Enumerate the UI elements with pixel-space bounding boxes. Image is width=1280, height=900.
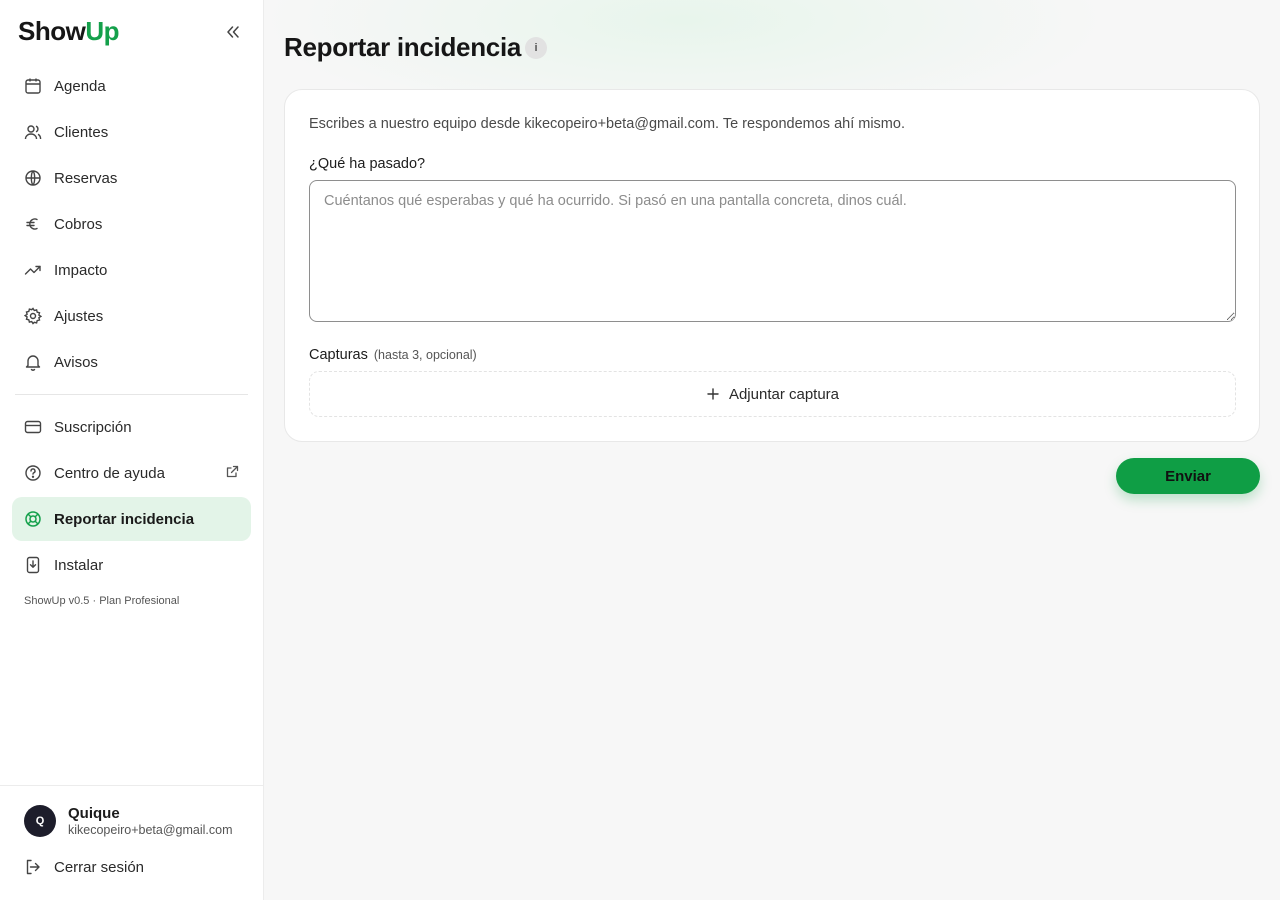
lifebuoy-icon (24, 510, 42, 528)
globe-icon (24, 169, 42, 187)
users-icon (24, 123, 42, 141)
calendar-icon (24, 77, 42, 95)
sidebar: ShowUp Agenda Clientes Reservas Cobros I… (0, 0, 264, 900)
help-circle-icon (24, 464, 42, 482)
avatar[interactable]: Q (24, 805, 56, 837)
chevrons-left-icon (227, 26, 239, 38)
sidebar-item-ajustes[interactable]: Ajustes (12, 294, 251, 338)
description-textarea[interactable] (309, 180, 1236, 322)
main-content: Reportar incidencia i Escribes a nuestro… (264, 0, 1280, 900)
plus-icon (706, 387, 720, 401)
captures-label: Capturas (hasta 3, opcional) (309, 347, 477, 363)
install-icon (24, 556, 42, 574)
user-email: kikecopeiro+beta@gmail.com (68, 823, 233, 837)
external-link-icon (225, 465, 239, 479)
logout-icon (24, 858, 42, 876)
gear-icon (24, 307, 42, 325)
sidebar-item-cobros[interactable]: Cobros (12, 202, 251, 246)
euro-icon (24, 215, 42, 233)
user-area: Q Quique kikecopeiro+beta@gmail.com Cerr… (0, 785, 263, 900)
sidebar-item-instalar[interactable]: Instalar (12, 543, 251, 587)
submit-button[interactable]: Enviar (1116, 458, 1260, 494)
bell-icon (24, 353, 42, 371)
sidebar-item-reservas[interactable]: Reservas (12, 156, 251, 200)
intro-text: Escribes a nuestro equipo desde kikecope… (309, 116, 905, 132)
captures-hint: (hasta 3, opcional) (373, 348, 477, 362)
sidebar-item-impacto[interactable]: Impacto (12, 248, 251, 292)
main-nav: Agenda Clientes Reservas Cobros Impacto … (12, 64, 251, 607)
version-text: ShowUp v0.5 · Plan Profesional (24, 595, 180, 607)
brand-logo[interactable]: ShowUp (18, 16, 120, 47)
sidebar-item-reportar-incidencia[interactable]: Reportar incidencia (12, 497, 251, 541)
attach-capture-button[interactable]: Adjuntar captura (309, 371, 1236, 417)
trending-up-icon (24, 261, 42, 279)
logout-button[interactable]: Cerrar sesión (24, 856, 144, 878)
sidebar-item-centro-de-ayuda[interactable]: Centro de ayuda (12, 451, 251, 495)
collapse-sidebar-button[interactable] (222, 22, 244, 42)
page-title: Reportar incidencia (284, 32, 522, 62)
sidebar-item-agenda[interactable]: Agenda (12, 64, 251, 108)
nav-divider (15, 394, 248, 395)
sidebar-item-avisos[interactable]: Avisos (12, 340, 251, 384)
sidebar-item-clientes[interactable]: Clientes (12, 110, 251, 154)
report-form-card: Escribes a nuestro equipo desde kikecope… (284, 89, 1260, 442)
question-label: ¿Qué ha pasado? (309, 156, 426, 172)
credit-card-icon (24, 418, 42, 436)
sidebar-item-suscripcion[interactable]: Suscripción (12, 405, 251, 449)
user-name: Quique (68, 805, 120, 822)
info-icon[interactable]: i (525, 37, 547, 59)
